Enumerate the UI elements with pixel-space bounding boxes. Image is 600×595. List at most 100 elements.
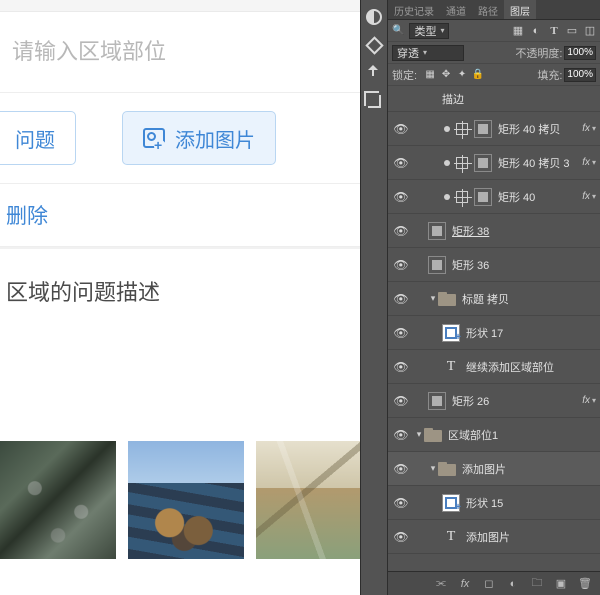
link-layers-icon[interactable]: ⫘ bbox=[434, 577, 448, 591]
opacity-label: 不透明度: bbox=[515, 45, 562, 61]
visibility-eye-icon[interactable]: 👁 bbox=[388, 224, 414, 238]
visibility-eye-icon[interactable]: 👁 bbox=[388, 326, 414, 340]
visibility-eye-icon[interactable]: 👁 bbox=[388, 496, 414, 510]
layer-name: 添加图片 bbox=[466, 529, 596, 545]
layer-row[interactable]: 👁形状 17 bbox=[388, 316, 600, 350]
tab-history[interactable]: 历史记录 bbox=[388, 0, 440, 19]
filter-shape-icon[interactable]: ▭ bbox=[566, 25, 578, 37]
tab-channels[interactable]: 通道 bbox=[440, 0, 472, 19]
fold-toggle-icon[interactable]: ▾ bbox=[414, 429, 424, 440]
filter-pixel-icon[interactable]: ▦ bbox=[512, 25, 524, 37]
layer-row[interactable]: 👁矩形 38 bbox=[388, 214, 600, 248]
region-input-row[interactable]: 请输入区域部位 bbox=[0, 12, 360, 93]
problem-button[interactable]: 问题 bbox=[0, 111, 76, 165]
tab-paths[interactable]: 路径 bbox=[472, 0, 504, 19]
visibility-eye-icon[interactable]: 👁 bbox=[388, 292, 414, 306]
blend-mode-select[interactable]: 穿透 ▾ bbox=[392, 45, 464, 61]
tab-layers[interactable]: 图层 bbox=[504, 0, 536, 19]
fx-badge[interactable]: fx bbox=[582, 395, 590, 406]
layer-row[interactable]: 👁T添加图片 bbox=[388, 520, 600, 554]
rotate-color-icon[interactable] bbox=[363, 34, 385, 56]
group-icon[interactable]: 🗀 bbox=[530, 577, 544, 591]
region-placeholder-text: 请输入区域部位 bbox=[12, 39, 166, 64]
visibility-eye-icon[interactable]: 👁 bbox=[388, 122, 414, 136]
link-dot-icon bbox=[444, 126, 450, 132]
fx-badge[interactable]: fx bbox=[582, 191, 590, 202]
new-layer-icon[interactable]: ▣ bbox=[554, 577, 568, 591]
fx-badge[interactable]: fx bbox=[582, 123, 590, 134]
mobile-mockup: 请输入区域部位 问题 添加图片 删除 区域的问题描述 bbox=[0, 0, 360, 595]
visibility-eye-icon[interactable]: 👁 bbox=[388, 156, 414, 170]
chevron-down-icon[interactable]: ▾ bbox=[592, 158, 596, 167]
image-thumbnail[interactable] bbox=[256, 441, 372, 559]
layer-row[interactable]: 👁 矩形 40 拷贝 3fx▾ bbox=[388, 146, 600, 180]
spacer-strip bbox=[0, 0, 360, 12]
opacity-value[interactable]: 100% bbox=[564, 46, 596, 60]
lock-artboard-icon[interactable]: ✦ bbox=[456, 69, 468, 81]
visibility-eye-icon[interactable]: 👁 bbox=[388, 428, 414, 442]
shape-thumb-icon bbox=[428, 256, 446, 274]
add-image-button[interactable]: 添加图片 bbox=[122, 111, 276, 165]
layers-panel: 历史记录 通道 路径 图层 🔍 类型 ▾ ▦ ◐ T ▭ ◫ 穿透 ▾ 不透明度… bbox=[388, 0, 600, 595]
layer-row[interactable]: 描边 bbox=[388, 86, 600, 112]
fold-toggle-icon[interactable]: ▾ bbox=[428, 293, 438, 304]
chevron-down-icon[interactable]: ▾ bbox=[592, 124, 596, 133]
ps-side-toolbar bbox=[360, 0, 388, 595]
lock-position-icon[interactable]: ✥ bbox=[440, 69, 452, 81]
filter-kind-select[interactable]: 类型 ▾ bbox=[409, 23, 449, 39]
lock-all-icon[interactable]: 🔒 bbox=[472, 69, 484, 81]
visibility-eye-icon[interactable]: 👁 bbox=[388, 530, 414, 544]
move-arrow-icon[interactable] bbox=[363, 62, 385, 84]
icon-img-thumb-icon bbox=[442, 324, 460, 342]
fx-badge[interactable]: fx bbox=[582, 157, 590, 168]
layer-row[interactable]: 👁矩形 36 bbox=[388, 248, 600, 282]
layer-name: 矩形 40 拷贝 3 bbox=[498, 155, 582, 171]
layer-name: 标题 拷贝 bbox=[462, 291, 596, 307]
clip-target-icon bbox=[456, 191, 468, 203]
layer-group-row[interactable]: 👁 ▾ 标题 拷贝 bbox=[388, 282, 600, 316]
chevron-down-icon: ▾ bbox=[440, 26, 444, 35]
filter-text-icon[interactable]: T bbox=[548, 25, 560, 37]
filter-smart-icon[interactable]: ◫ bbox=[584, 25, 596, 37]
folder-thumb-icon bbox=[438, 292, 456, 306]
mask-icon[interactable]: ◻ bbox=[482, 577, 496, 591]
layer-group-row[interactable]: 👁▾ 区域部位1 bbox=[388, 418, 600, 452]
crop-icon[interactable] bbox=[363, 90, 385, 112]
layer-row[interactable]: 👁矩形 40fx▾ bbox=[388, 180, 600, 214]
fill-value[interactable]: 100% bbox=[564, 68, 596, 82]
shape-thumb-icon bbox=[474, 154, 492, 172]
visibility-eye-icon[interactable]: 👁 bbox=[388, 190, 414, 204]
layer-row[interactable]: 👁T继续添加区域部位 bbox=[388, 350, 600, 384]
chevron-down-icon[interactable]: ▾ bbox=[592, 192, 596, 201]
link-dot-icon bbox=[444, 194, 450, 200]
visibility-eye-icon[interactable]: 👁 bbox=[388, 360, 414, 374]
desc-heading-text: 区域的问题描述 bbox=[6, 280, 160, 305]
adjustment-icon[interactable]: ◐ bbox=[506, 577, 520, 591]
filter-adjust-icon[interactable]: ◐ bbox=[530, 25, 542, 37]
problem-button-label: 问题 bbox=[15, 124, 55, 153]
blend-mode-row: 穿透 ▾ 不透明度: 100% bbox=[388, 42, 600, 64]
panel-footer: ⫘ fx ◻ ◐ 🗀 ▣ 🗑 bbox=[388, 571, 600, 595]
fold-toggle-icon[interactable]: ▾ bbox=[428, 463, 438, 474]
trash-icon[interactable]: 🗑 bbox=[578, 577, 592, 591]
bw-circle-icon[interactable] bbox=[363, 6, 385, 28]
layer-group-row[interactable]: 👁▾添加图片 bbox=[388, 452, 600, 486]
layer-name: 区域部位1 bbox=[448, 427, 596, 443]
visibility-eye-icon[interactable]: 👁 bbox=[388, 258, 414, 272]
image-thumbnail[interactable] bbox=[0, 441, 116, 559]
visibility-eye-icon[interactable]: 👁 bbox=[388, 394, 414, 408]
fx-icon[interactable]: fx bbox=[458, 577, 472, 591]
delete-link[interactable]: 删除 bbox=[0, 184, 360, 247]
visibility-eye-icon[interactable]: 👁 bbox=[388, 462, 414, 476]
chevron-down-icon[interactable]: ▾ bbox=[592, 396, 596, 405]
filter-type-icons: ▦ ◐ T ▭ ◫ bbox=[512, 25, 596, 37]
search-icon[interactable]: 🔍 bbox=[392, 25, 404, 36]
layer-row[interactable]: 👁矩形 26fx▾ bbox=[388, 384, 600, 418]
layer-row[interactable]: 👁矩形 40 拷贝fx▾ bbox=[388, 112, 600, 146]
text-thumb-icon: T bbox=[442, 358, 460, 376]
spacer bbox=[0, 337, 360, 437]
layer-name: 形状 15 bbox=[466, 495, 596, 511]
lock-pixels-icon[interactable]: ▦ bbox=[424, 69, 436, 81]
image-thumbnail[interactable] bbox=[128, 441, 244, 559]
layer-row[interactable]: 👁 形状 15 bbox=[388, 486, 600, 520]
